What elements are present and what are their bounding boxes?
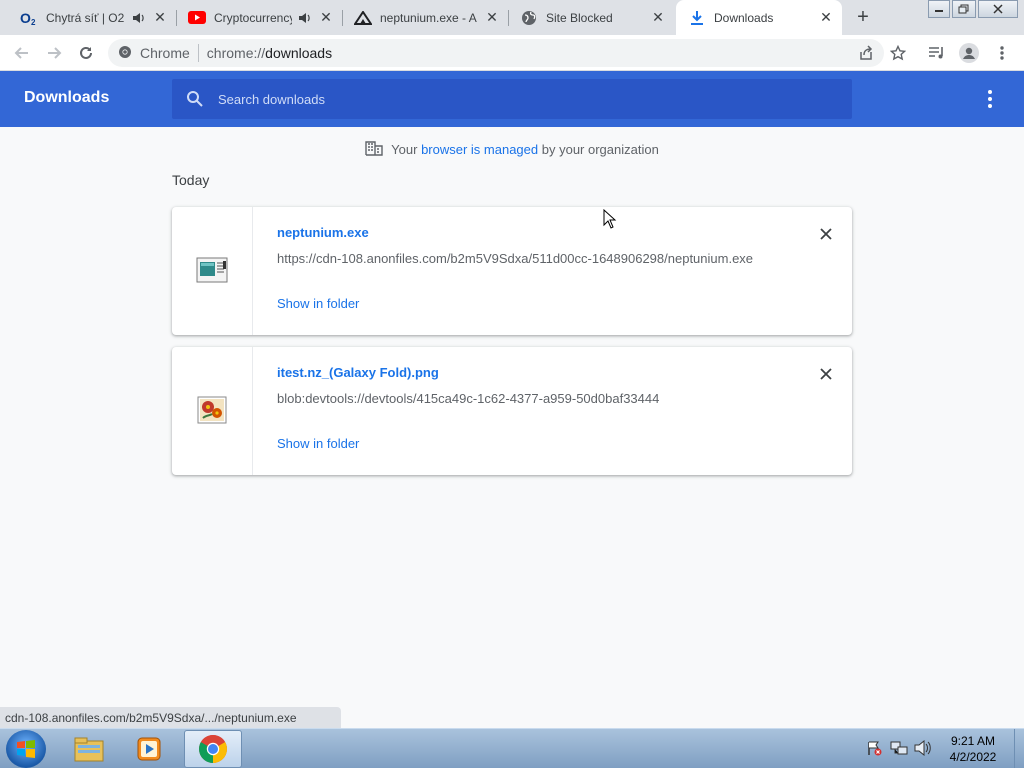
chrome-taskbar-button[interactable] xyxy=(184,730,242,768)
chrome-icon xyxy=(199,735,227,763)
address-bar[interactable]: Chrome chrome://downloads xyxy=(108,39,884,67)
start-button[interactable] xyxy=(6,730,46,768)
chrome-logo-icon xyxy=(118,45,132,62)
file-name-link[interactable]: neptunium.exe xyxy=(277,225,369,240)
chrome-menu-icon[interactable] xyxy=(990,41,1014,65)
page-origin-label: Chrome xyxy=(140,45,190,61)
restore-button[interactable] xyxy=(952,0,976,18)
share-icon[interactable] xyxy=(854,41,878,65)
close-tab-icon[interactable]: ✕ xyxy=(152,9,168,26)
search-icon xyxy=(186,90,204,108)
tab-downloads[interactable]: Downloads ✕ xyxy=(676,0,842,35)
search-box[interactable] xyxy=(172,79,852,119)
network-icon[interactable] xyxy=(890,740,908,759)
anon-icon xyxy=(354,9,372,27)
download-icon xyxy=(688,9,706,27)
close-tab-icon[interactable]: ✕ xyxy=(818,9,834,26)
clock-time: 9:21 AM xyxy=(950,734,996,748)
tab-title: Downloads xyxy=(714,10,774,25)
new-tab-button[interactable]: + xyxy=(852,6,874,28)
search-input[interactable] xyxy=(218,91,818,107)
image-file-icon xyxy=(197,396,227,427)
browser-toolbar: Chrome chrome://downloads xyxy=(0,35,1024,71)
downloads-header: Downloads xyxy=(0,71,1024,127)
windows-logo-icon xyxy=(17,740,35,758)
file-source-url[interactable]: blob:devtools://devtools/415ca49c-1c62-4… xyxy=(277,391,659,406)
explorer-taskbar-button[interactable] xyxy=(60,730,118,768)
remove-download-button[interactable] xyxy=(816,224,836,244)
tab-title: neptunium.exe - A xyxy=(380,10,477,25)
media-control-icon[interactable] xyxy=(925,41,949,65)
svg-text:O: O xyxy=(20,10,31,26)
tab-title: Site Blocked xyxy=(546,10,613,25)
show-desktop-button[interactable] xyxy=(1014,729,1024,768)
file-source-url[interactable]: https://cdn-108.anonfiles.com/b2m5V9Sdxa… xyxy=(277,251,753,266)
close-tab-icon[interactable]: ✕ xyxy=(318,9,334,26)
tab-title: Cryptocurrency xyxy=(214,10,292,25)
volume-icon[interactable] xyxy=(914,739,932,759)
more-actions-icon[interactable] xyxy=(980,87,1000,111)
media-player-taskbar-button[interactable] xyxy=(120,730,178,768)
remove-download-button[interactable] xyxy=(816,364,836,384)
speaker-icon[interactable] xyxy=(132,11,146,25)
reload-button[interactable] xyxy=(74,41,98,65)
profile-avatar-icon[interactable] xyxy=(957,41,981,65)
tab-cryptocurrency[interactable]: Cryptocurrency ✕ xyxy=(176,0,342,35)
page-title: Downloads xyxy=(24,89,110,106)
managed-notice: Your browser is managed by your organiza… xyxy=(0,139,1024,159)
media-player-icon xyxy=(137,737,161,761)
show-in-folder-link[interactable]: Show in folder xyxy=(277,436,359,451)
managed-prefix: Your xyxy=(391,141,418,157)
file-icon-column xyxy=(172,347,253,475)
windows-taskbar: 9:21 AM 4/2/2022 xyxy=(0,728,1024,768)
managed-link[interactable]: browser is managed xyxy=(421,142,538,157)
building-icon xyxy=(365,140,383,159)
svg-text:2: 2 xyxy=(31,18,36,26)
url-host: chrome:// xyxy=(206,45,266,61)
url-text[interactable]: chrome://downloads xyxy=(207,45,332,61)
download-item: itest.nz_(Galaxy Fold).png blob:devtools… xyxy=(172,347,852,475)
tab-title: Chytrá síť | O2 xyxy=(46,10,125,25)
tab-o2[interactable]: O2 Chytrá síť | O2 ✕ xyxy=(8,0,176,35)
clock-date: 4/2/2022 xyxy=(949,750,997,764)
o2-icon: O2 xyxy=(20,9,38,27)
bookmark-star-icon[interactable] xyxy=(886,41,910,65)
forward-button[interactable] xyxy=(42,41,66,65)
download-item: neptunium.exe https://cdn-108.anonfiles.… xyxy=(172,207,852,335)
youtube-icon xyxy=(188,9,206,27)
file-icon-column xyxy=(172,207,253,335)
tab-neptunium[interactable]: neptunium.exe - A ✕ xyxy=(342,0,508,35)
globe-icon xyxy=(520,9,538,27)
action-center-flag-icon[interactable] xyxy=(866,740,882,759)
show-in-folder-link[interactable]: Show in folder xyxy=(277,296,359,311)
folder-icon xyxy=(74,737,104,762)
file-name-link[interactable]: itest.nz_(Galaxy Fold).png xyxy=(277,365,439,380)
date-section-heading: Today xyxy=(172,172,210,188)
tab-strip: O2 Chytrá síť | O2 ✕ Cryptocurrency ✕ ne… xyxy=(0,0,1024,35)
address-divider xyxy=(197,44,199,62)
url-path: downloads xyxy=(265,45,333,61)
close-tab-icon[interactable]: ✕ xyxy=(650,9,666,26)
managed-suffix: by your organization xyxy=(541,141,659,157)
taskbar-clock[interactable]: 9:21 AM 4/2/2022 xyxy=(934,733,1012,765)
exe-file-icon xyxy=(196,256,228,287)
close-window-button[interactable] xyxy=(978,0,1018,18)
close-tab-icon[interactable]: ✕ xyxy=(484,9,500,26)
mouse-cursor-icon xyxy=(603,208,617,232)
link-status-bubble: cdn-108.anonfiles.com/b2m5V9Sdxa/.../nep… xyxy=(0,707,341,728)
tab-site-blocked[interactable]: Site Blocked ✕ xyxy=(508,0,674,35)
speaker-icon[interactable] xyxy=(298,11,312,25)
back-button[interactable] xyxy=(10,41,34,65)
minimize-button[interactable] xyxy=(928,0,950,18)
